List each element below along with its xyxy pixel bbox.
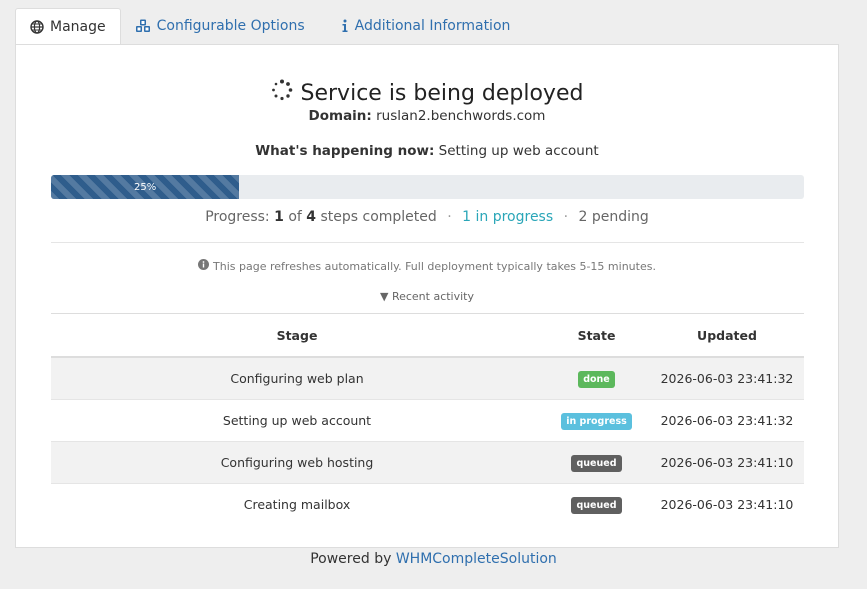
state-cell: in progress (543, 399, 650, 442)
state-badge: queued (571, 496, 622, 514)
progress-total-count: 4 (306, 209, 317, 225)
state-column-header: State (543, 313, 650, 358)
progress-pending-count: 2 pending (578, 209, 649, 225)
progress-bar: 25% (51, 175, 804, 199)
domain-label: Domain: (308, 108, 372, 124)
deployment-title: Service is being deployed (300, 80, 584, 106)
updated-cell: 2026-06-03 23:41:10 (650, 441, 804, 484)
stage-cell: Configuring web hosting (51, 441, 543, 484)
info-circle-icon (198, 259, 210, 273)
updated-cell: 2026-06-03 23:41:32 (650, 399, 804, 442)
tab-additional-information-label: Additional Information (354, 18, 511, 34)
updated-column-header: Updated (650, 313, 804, 358)
progress-summary: Progress: 1 of 4 steps completed · 1 in … (16, 209, 838, 225)
table-row: Setting up web account in progress 2026-… (51, 399, 804, 442)
progress-in-progress-count: 1 in progress (462, 209, 554, 225)
table-row: Configuring web plan done 2026-06-03 23:… (51, 356, 804, 400)
current-step-line: What's happening now: Setting up web acc… (16, 143, 838, 159)
tab-manage[interactable]: Manage (15, 8, 121, 45)
table-row: Creating mailbox queued 2026-06-03 23:41… (51, 483, 804, 525)
refresh-note: This page refreshes automatically. Full … (16, 259, 838, 273)
stage-cell: Creating mailbox (51, 483, 543, 525)
tab-configurable-options[interactable]: Configurable Options (121, 8, 319, 44)
state-badge: done (578, 370, 615, 388)
state-badge: in progress (561, 412, 632, 430)
updated-cell: 2026-06-03 23:41:10 (650, 483, 804, 525)
state-cell: queued (543, 483, 650, 525)
progress-steps-text: steps completed (320, 209, 437, 225)
recent-activity-toggle[interactable]: ▼ Recent activity (16, 290, 838, 303)
progress-bar-fill: 25% (51, 175, 240, 199)
spinner-icon (271, 79, 293, 107)
state-badge: queued (571, 454, 622, 472)
manage-panel: Service is being deployed Domain: ruslan… (15, 44, 839, 548)
current-step-label: What's happening now: (255, 143, 435, 159)
tab-configurable-options-label: Configurable Options (156, 18, 305, 34)
progress-prefix: Progress: (205, 209, 270, 225)
progress-completed-count: 1 (274, 209, 284, 225)
info-icon (341, 19, 349, 33)
state-cell: done (543, 356, 650, 400)
progress-separator: · (447, 209, 452, 225)
section-divider (51, 242, 804, 243)
refresh-note-text: This page refreshes automatically. Full … (213, 259, 656, 273)
updated-cell: 2026-06-03 23:41:32 (650, 356, 804, 400)
state-cell: queued (543, 441, 650, 484)
stage-cell: Setting up web account (51, 399, 543, 442)
table-header-row: Stage State Updated (51, 313, 804, 358)
stage-cell: Configuring web plan (51, 356, 543, 400)
globe-icon (30, 19, 44, 34)
progress-of-text: of (288, 209, 302, 225)
footer-prefix: Powered by (310, 551, 392, 567)
progress-separator: · (563, 209, 569, 225)
domain-line: Domain: ruslan2.benchwords.com (16, 108, 838, 124)
footer-link[interactable]: WHMCompleteSolution (396, 551, 557, 567)
domain-value: ruslan2.benchwords.com (376, 108, 546, 124)
tab-additional-information[interactable]: Additional Information (319, 8, 525, 44)
table-row: Configuring web hosting queued 2026-06-0… (51, 441, 804, 484)
footer: Powered by WHMCompleteSolution (0, 551, 867, 567)
stage-column-header: Stage (51, 313, 543, 358)
progress-percent-label: 25% (134, 181, 157, 193)
current-step-value: Setting up web account (438, 143, 599, 159)
activity-table: Stage State Updated Configuring web plan… (51, 313, 804, 525)
cubes-icon (135, 19, 151, 33)
deployment-heading: Service is being deployed (16, 79, 838, 107)
tab-bar: Manage Configurable Options Additional I… (15, 8, 524, 45)
tab-manage-label: Manage (50, 18, 106, 35)
